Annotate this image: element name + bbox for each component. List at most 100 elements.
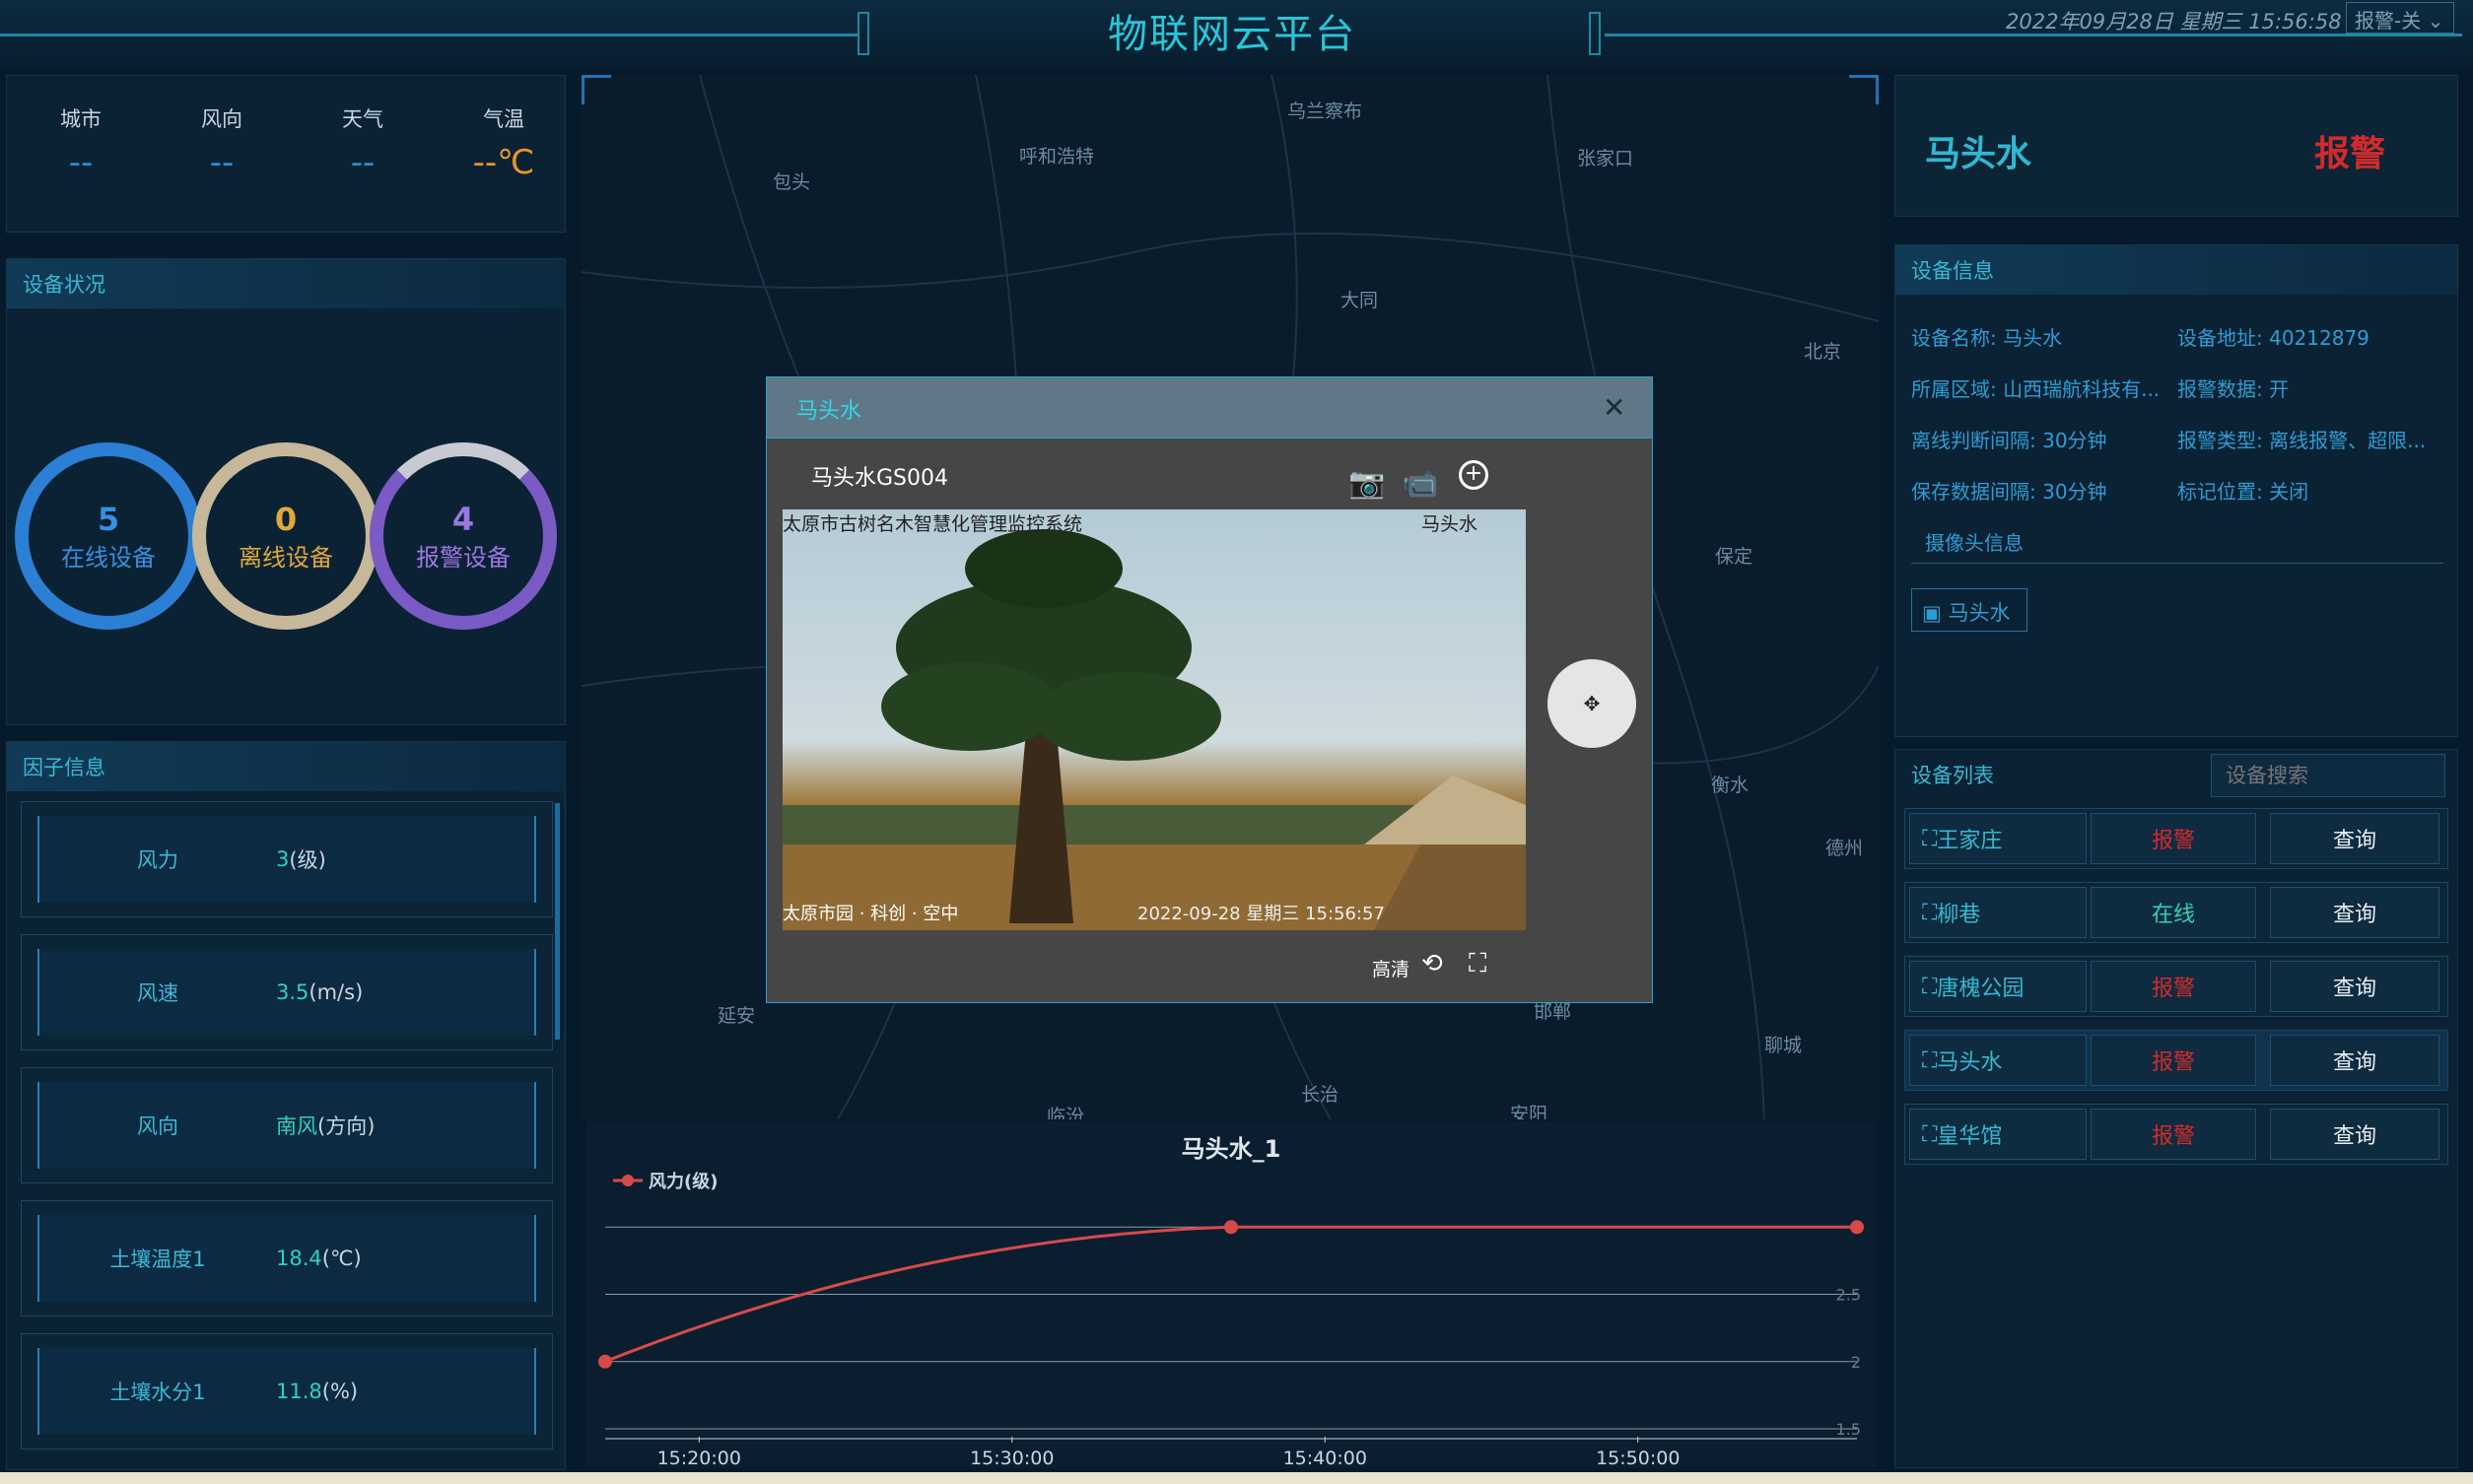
map-city-label: 聊城	[1764, 1035, 1803, 1056]
station-panel: 马头水 报警	[1894, 75, 2458, 217]
device-row-name[interactable]: ⛶ 唐槐公园	[1909, 961, 2087, 1012]
bottom-bar	[0, 1472, 2473, 1484]
query-button[interactable]: 查询	[2270, 1109, 2439, 1160]
chevron-down-icon: ⌄	[2427, 9, 2444, 33]
device-list-row[interactable]: ⛶ 唐槐公园 报警 查询	[1904, 956, 2448, 1017]
factor-name: 土壤水分1	[109, 1381, 206, 1404]
line-chart: 马头水_1 风力(级) 1.522.53 15:20:0015:30:0015:…	[598, 1135, 1864, 1468]
factor-info-title: 因子信息	[7, 742, 565, 791]
factor-unit: (方向)	[317, 1114, 376, 1138]
page-title: 物联网云平台	[1108, 12, 1356, 57]
quality-toggle[interactable]: 高清	[1372, 955, 1409, 981]
fullscreen-icon[interactable]: ⛶	[1469, 949, 1486, 979]
device-row-status: 报警	[2091, 1035, 2256, 1086]
factor-unit: (级)	[289, 848, 326, 872]
factor-name: 风力	[137, 848, 178, 872]
refresh-icon[interactable]: ⟲	[1421, 949, 1443, 978]
dialog-header: 马头水 ✕	[767, 377, 1652, 438]
factor-scrollbar[interactable]	[555, 803, 560, 1040]
offline-count: 0	[274, 500, 298, 538]
device-row-name[interactable]: ⛶ 柳巷	[1909, 887, 2087, 938]
series-point	[1224, 1220, 1238, 1235]
map-city-label: 北京	[1804, 341, 1842, 363]
zoom-in-icon[interactable]: +	[1459, 460, 1488, 490]
map-city-label: 衡水	[1711, 775, 1750, 796]
info-alarm-type: 报警类型: 离线报警、超限...	[2177, 429, 2427, 452]
weather-value-city: --	[68, 143, 94, 182]
factor-value: 南风	[276, 1114, 317, 1138]
alarm-switch-dropdown[interactable]: 报警-关 ⌄	[2346, 2, 2454, 34]
factor-item-soil-moisture: 土壤水分1 11.8 (%)	[21, 1333, 553, 1450]
device-row-status: 报警	[2091, 961, 2256, 1012]
video-overlay-station: 马头水	[1421, 513, 1478, 535]
device-name: 皇华馆	[1937, 1124, 2003, 1149]
tree-scene	[783, 529, 1526, 930]
device-row-name[interactable]: ⛶ 马头水	[1909, 1035, 2087, 1086]
camera-info-title: 摄像头信息	[1925, 531, 2024, 555]
map-city-label: 延安	[718, 1005, 756, 1027]
legend-dot	[622, 1175, 634, 1186]
factor-value: 3.5	[276, 980, 309, 1004]
device-list-row[interactable]: ⛶ 皇华馆 报警 查询	[1904, 1104, 2448, 1165]
ptz-direction-icon: ✥	[1583, 692, 1601, 715]
camera-video-feed[interactable]: 太原市古树名木智慧化管理监控系统 马头水 太原市园 · 科创 · 空中 2022…	[783, 509, 1526, 930]
alarm-label: 报警设备	[416, 543, 511, 572]
query-button[interactable]: 查询	[2270, 1035, 2439, 1086]
query-button[interactable]: 查询	[2270, 887, 2439, 938]
device-info-title: 设备信息	[1895, 245, 2457, 295]
device-list-row[interactable]: ⛶ 马头水 报警 查询	[1904, 1030, 2448, 1091]
alarm-switch-label: 报警-关	[2355, 9, 2422, 33]
alarm-count: 4	[451, 500, 475, 538]
sitemap-icon: ⛶	[1922, 826, 1938, 851]
map-city-label: 包头	[773, 171, 811, 193]
y-tick-label: 2	[1851, 1353, 1861, 1372]
map-corner-tr	[1849, 75, 1879, 104]
legend-label: 风力(级)	[649, 1171, 718, 1192]
station-name: 马头水	[1925, 134, 2032, 174]
camera-button[interactable]: ▣ 马头水	[1911, 588, 2027, 632]
device-list-row[interactable]: ⛶ 王家庄 报警 查询	[1904, 808, 2448, 869]
info-region: 所属区域: 山西瑞航科技有...	[1911, 377, 2161, 401]
y-tick-label: 1.5	[1836, 1420, 1861, 1439]
factor-info-panel: 因子信息 风力 3 (级) 风速 3.5 (m/s) 风向 南风 (方向) 土壤温度1 18.…	[6, 741, 566, 1470]
x-tick-label: 15:40:00	[1283, 1448, 1367, 1468]
device-name: 王家庄	[1937, 829, 2003, 853]
factor-unit: (%)	[321, 1380, 359, 1403]
weather-label-city: 城市	[60, 107, 102, 131]
camera-dialog: 马头水 ✕ 马头水GS004 📷 📹 + 太原市古树名木智慧化管理监控系统 马头…	[766, 376, 1653, 1003]
weather-value-weather: --	[350, 143, 376, 182]
map-city-label: 德州	[1825, 838, 1864, 859]
info-device-name: 设备名称: 马头水	[1911, 326, 2063, 350]
map-city-label: 保定	[1715, 546, 1753, 568]
ptz-control[interactable]: ✥	[1547, 659, 1636, 748]
info-device-address: 设备地址: 40212879	[2177, 326, 2370, 350]
datetime-display: 2022年09月28日 星期三 15:56:58	[2006, 10, 2342, 34]
chart-title: 马头水_1	[1182, 1135, 1281, 1163]
device-row-name[interactable]: ⛶ 王家庄	[1909, 813, 2087, 864]
video-overlay-timestamp: 2022-09-28 星期三 15:56:57	[1137, 904, 1385, 924]
query-button[interactable]: 查询	[2270, 813, 2439, 864]
device-status-panel: 设备状况 5 在线设备 0 离线设备 4 报警设备	[6, 258, 566, 725]
factor-item-soil-temp: 土壤温度1 18.4 (℃)	[21, 1200, 553, 1316]
online-label: 在线设备	[61, 543, 156, 572]
weather-label-weather: 天气	[342, 107, 383, 131]
series-point	[1850, 1220, 1864, 1235]
query-button[interactable]: 查询	[2270, 961, 2439, 1012]
camera-button-label: 马头水	[1948, 601, 2011, 625]
device-row-status: 报警	[2091, 813, 2256, 864]
sitemap-icon: ⛶	[1922, 1121, 1938, 1147]
video-overlay-location: 太原市园 · 科创 · 空中	[783, 904, 959, 924]
close-icon[interactable]: ✕	[1603, 391, 1625, 424]
device-list-row[interactable]: ⛶ 柳巷 在线 查询	[1904, 882, 2448, 943]
device-row-name[interactable]: ⛶ 皇华馆	[1909, 1109, 2087, 1160]
factor-name: 风向	[137, 1114, 178, 1138]
info-offline-interval: 离线判断间隔: 30分钟	[1911, 429, 2107, 452]
factor-value: 11.8	[276, 1380, 322, 1403]
weather-label-wind: 风向	[201, 107, 242, 131]
camera-icon: ▣	[1922, 601, 1942, 625]
video-record-icon[interactable]: 📹	[1402, 466, 1438, 501]
camera-snapshot-icon[interactable]: 📷	[1348, 466, 1385, 501]
factor-item-wind-force: 风力 3 (级)	[21, 801, 553, 917]
device-search-input[interactable]	[2211, 754, 2445, 797]
factor-name: 风速	[137, 981, 178, 1005]
